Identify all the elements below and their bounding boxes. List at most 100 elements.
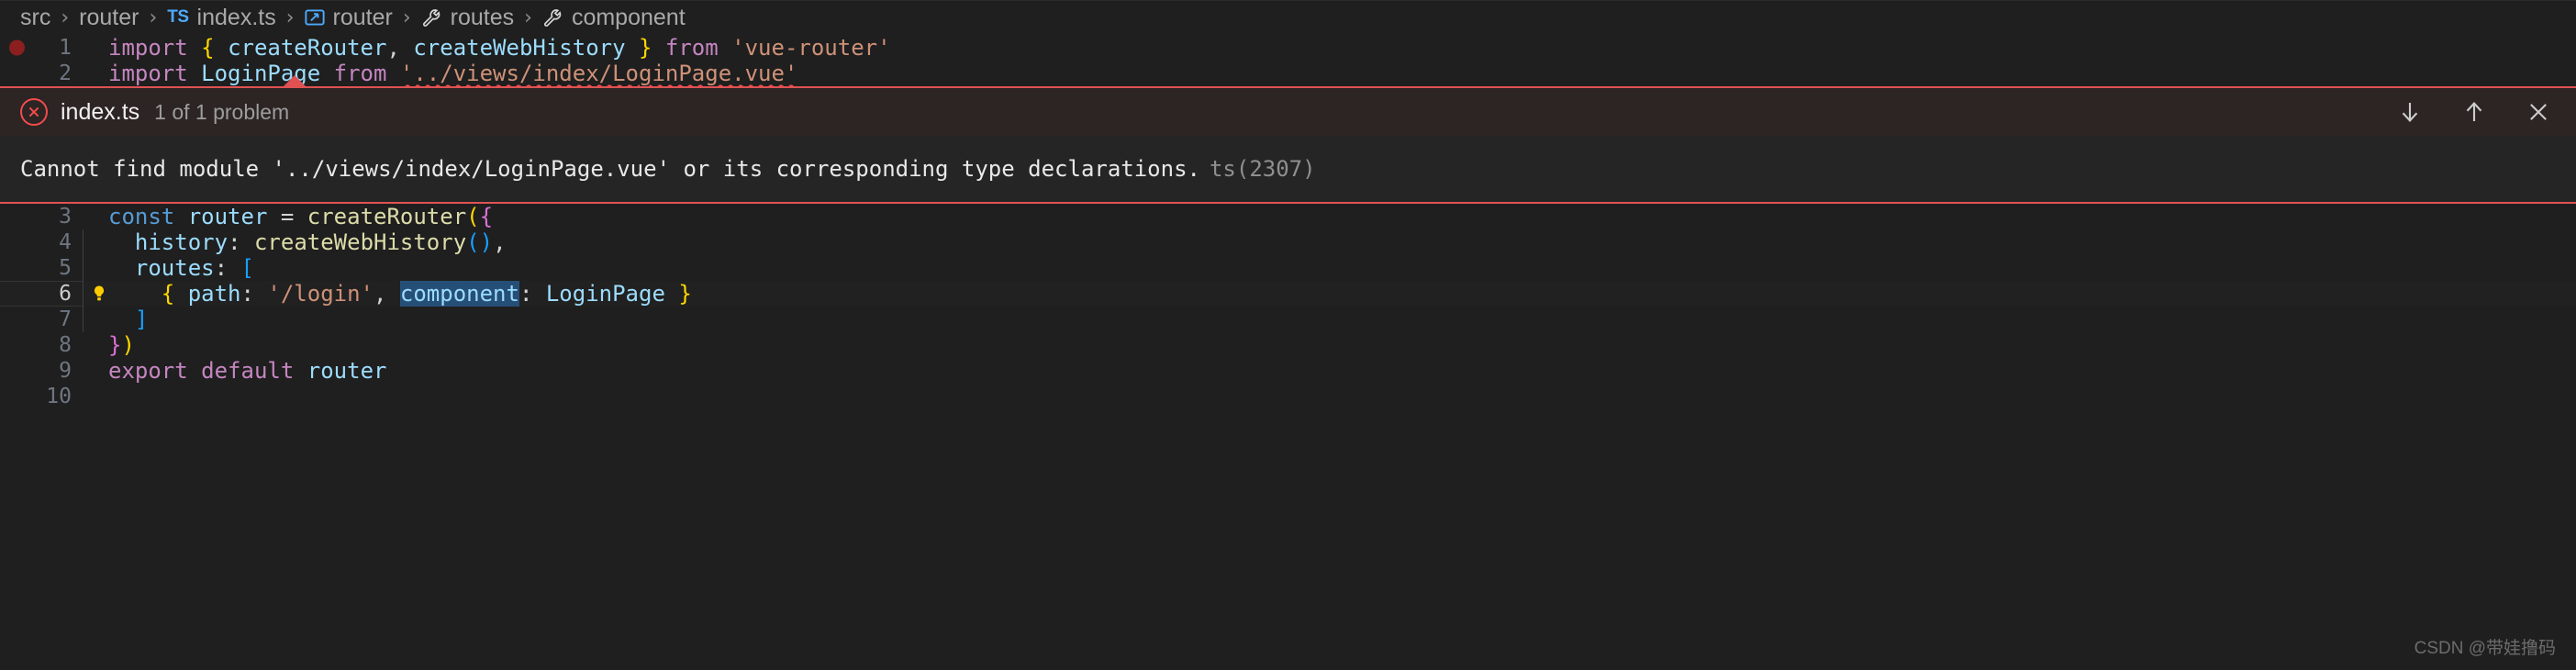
top-divider [0,0,2576,1]
code-token: , [493,229,507,255]
code-line-2[interactable]: 2 import LoginPage from '../views/index/L… [0,61,2576,86]
code-token: ) [121,332,135,358]
property-symbol-icon [421,7,442,28]
code-line-content: routes: [ [83,255,2576,281]
breadcrumb-item-component[interactable]: component [542,5,686,31]
code-token: from [333,61,387,86]
indent-guide [83,307,84,332]
code-line-4[interactable]: 4 history: createWebHistory(), [0,229,2576,255]
code-token: routes [134,255,215,281]
code-line-9[interactable]: 9 export default router [0,358,2576,384]
code-line-content: const router = createRouter({ [83,204,2576,229]
code-token: '/login' [267,281,374,307]
lightbulb-icon[interactable] [90,284,108,304]
code-line-content: { path: '/login', component: LoginPage } [83,281,2576,307]
typescript-file-icon: TS [167,7,189,27]
code-line-content: import { createRouter, createWebHistory … [83,35,2576,61]
line-number-2: 2 [59,61,72,85]
breadcrumb-item-label: routes [450,4,515,30]
next-problem-icon[interactable] [2396,98,2424,126]
code-token: history [134,229,229,255]
breadcrumb-item-router[interactable]: router [79,5,139,31]
code-token: , [374,281,387,307]
code-token: = [280,204,295,229]
breadcrumb-item-label: src [20,4,51,30]
error-circle-icon [20,98,48,126]
code-token: createWebHistory [413,35,626,61]
code-line-10[interactable]: 10 [0,384,2576,409]
code-token: : [240,281,254,307]
code-token: LoginPage [545,281,665,307]
previous-problem-icon[interactable] [2460,98,2488,126]
close-icon[interactable] [2525,98,2552,126]
code-line-content: import LoginPage from '../views/index/Lo… [83,61,2576,86]
code-token: path [187,281,241,307]
breadcrumb-item-label: component [571,4,686,30]
breadcrumb-separator: › [402,6,411,29]
code-line-content: ] [83,307,2576,332]
watermark: CSDN @带娃撸码 [2414,639,2556,658]
breadcrumb[interactable]: src › router › TS index.ts › router › routes › comp… [0,0,2576,35]
breadcrumb-item-index-ts[interactable]: TS index.ts [167,5,275,31]
breadcrumb-item-routes[interactable]: routes [421,5,514,31]
code-lines-top[interactable]: 1 import { createRouter, createWebHistory… [0,35,2576,86]
property-symbol-icon [542,7,563,28]
code-lines-bottom[interactable]: 3 const router = createRouter({4 history:… [0,204,2576,409]
code-token: { [161,281,175,307]
indent-guide [83,229,84,255]
peek-message-row: Cannot find module '../views/index/Login… [0,136,2576,202]
peek-message: Cannot find module '../views/index/Login… [20,156,1200,182]
indent-guide [83,255,84,281]
code-token: ( [466,229,480,255]
code-token: : [228,229,241,255]
peek-file-name: index.ts [61,98,140,125]
code-token: router [187,204,268,229]
code-token: ) [479,229,494,255]
code-line-8[interactable]: 8}) [0,332,2576,358]
breadcrumb-item-label: router [332,4,393,30]
breadcrumb-item-router[interactable]: router [304,4,393,31]
code-token: createRouter [228,35,387,61]
peek-error-code: ts(2307) [1209,156,1316,182]
breadcrumb-item-label: router [79,4,139,30]
peek-header: index.ts 1 of 1 problem [0,88,2576,136]
line-number-4: 4 [59,230,72,254]
code-token: { [479,204,494,229]
breadcrumb-separator: › [61,6,70,29]
peek-problem-count: 1 of 1 problem [154,99,290,124]
breadcrumb-item-src[interactable]: src [20,5,50,31]
code-token: import [108,35,188,61]
code-token: const [108,204,175,229]
line-number-6: 6 [59,282,72,306]
code-editor: src › router › TS index.ts › router › routes › comp… [0,0,2576,670]
code-token: { [201,35,215,61]
code-line-7[interactable]: 7 ] [0,307,2576,332]
code-token: } [639,35,652,61]
code-line-1[interactable]: 1 import { createRouter, createWebHistory… [0,35,2576,61]
code-line-5[interactable]: 5 routes: [ [0,255,2576,281]
code-token: ] [134,307,149,332]
breadcrumb-separator: › [524,6,532,29]
breadcrumb-item-label: index.ts [196,4,276,30]
code-line-3[interactable]: 3 const router = createRouter({ [0,204,2576,229]
code-line-6[interactable]: 6 { path: '/login', component: LoginPage… [0,281,2576,307]
line-number-8: 8 [59,333,72,357]
breakpoint-icon[interactable] [9,39,25,56]
line-number-9: 9 [59,359,72,383]
code-token: [ [240,255,254,281]
